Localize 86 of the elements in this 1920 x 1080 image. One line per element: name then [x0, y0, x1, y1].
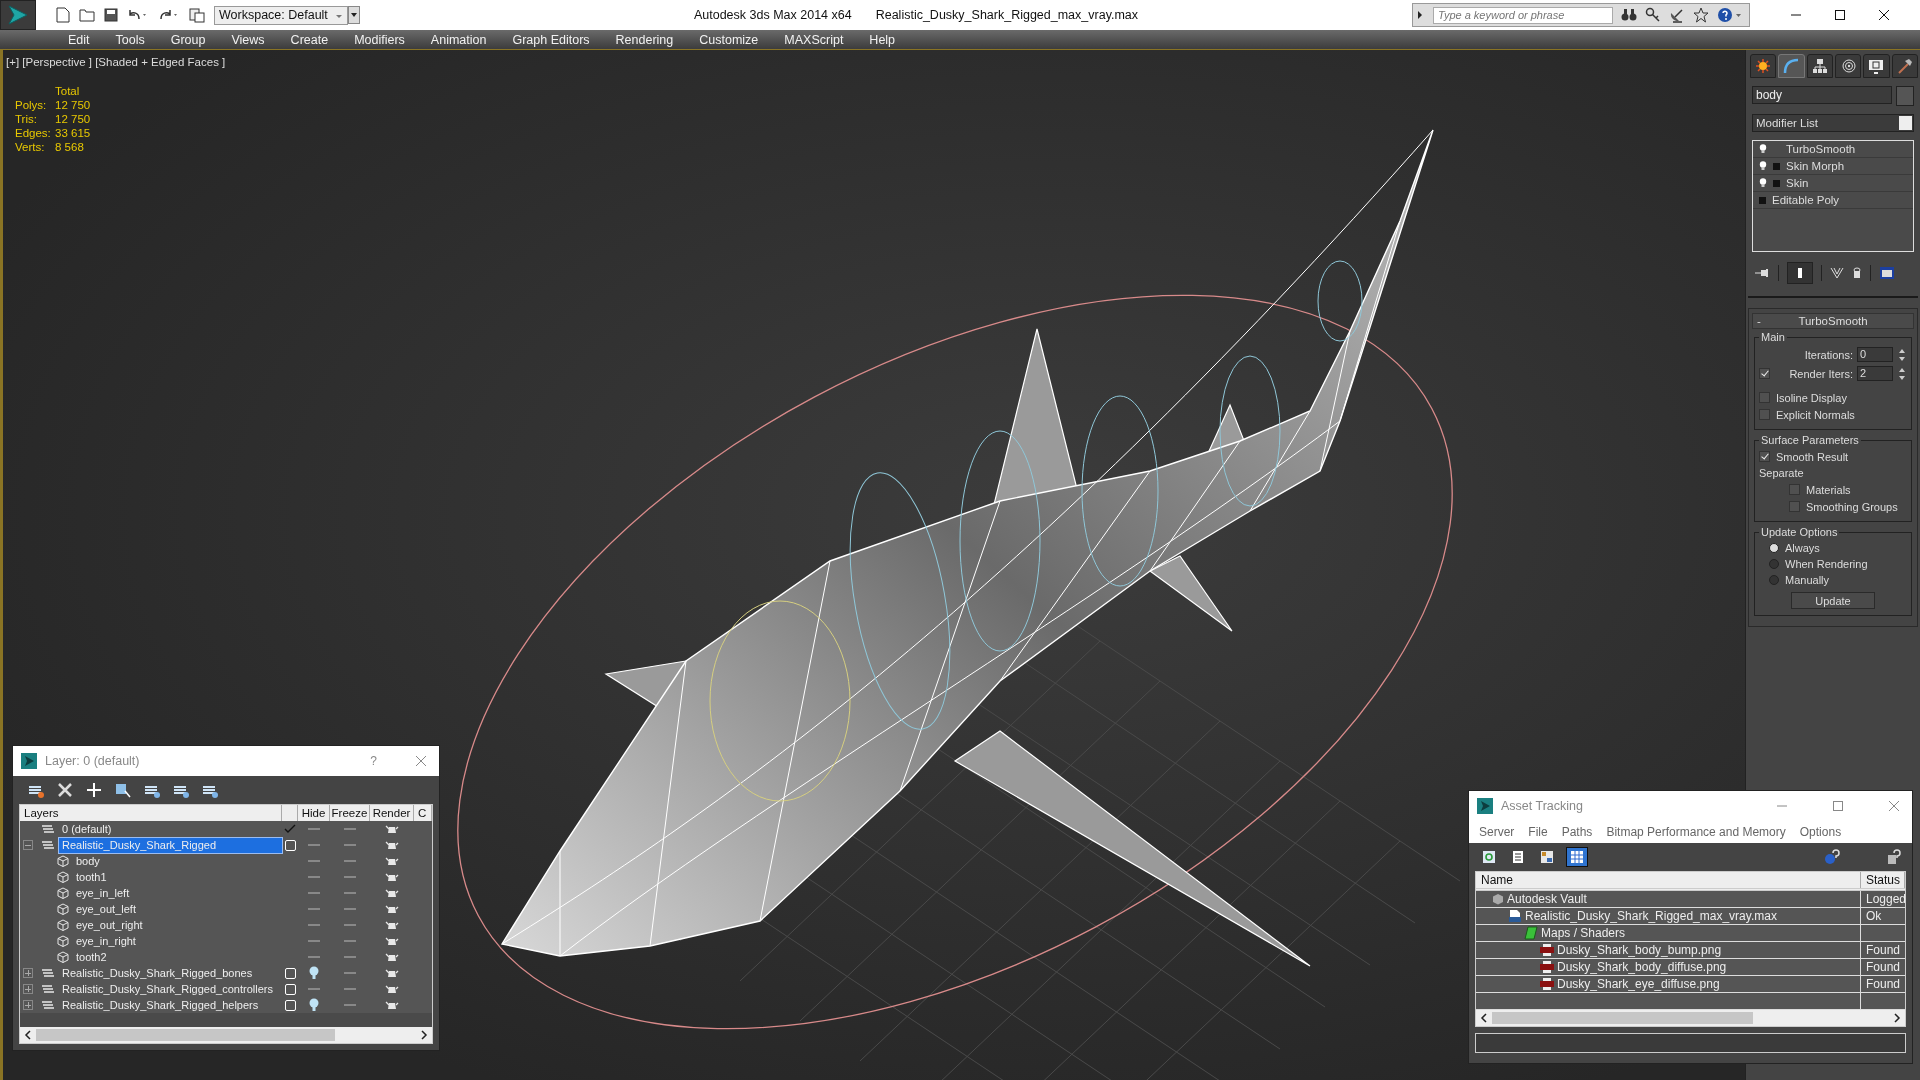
object-name-field[interactable]: body — [1752, 86, 1892, 104]
menu-item[interactable]: Server — [1479, 825, 1515, 839]
stat-value: 12 750 — [55, 113, 91, 125]
checkbox-label: Render Iters: — [1788, 367, 1853, 380]
menu-item[interactable]: Create — [277, 32, 342, 47]
asset-status: Ok — [1866, 909, 1882, 923]
radio-label: Manually — [1785, 574, 1830, 586]
layer-name[interactable]: eye_in_right — [73, 933, 139, 949]
modifier-stack-item[interactable]: Editable Poly — [1753, 192, 1913, 209]
layer-name[interactable]: eye_out_left — [73, 901, 139, 917]
viewport-label[interactable]: [+] [Perspective ] [Shaded + Edged Faces ] — [6, 56, 226, 68]
layer-name[interactable]: eye_out_right — [73, 917, 146, 933]
modifier-list-dropdown[interactable]: Modifier List — [1752, 114, 1914, 132]
checkbox-label: Smooth Result — [1776, 450, 1849, 463]
modifier-stack-item[interactable]: TurboSmooth — [1753, 141, 1913, 158]
asset-name[interactable]: Dusky_Shark_body_diffuse.png — [1557, 960, 1727, 974]
search-field[interactable]: Type a keyword or phrase — [1433, 6, 1613, 24]
modifier-stack-item[interactable]: Skin — [1753, 175, 1913, 192]
radio-label: When Rendering — [1785, 558, 1868, 570]
group-title: Update Options — [1760, 526, 1839, 538]
layer-name[interactable]: 0 (default) — [59, 821, 115, 837]
update-button[interactable]: Update — [1791, 592, 1875, 609]
spinner-field[interactable]: 2 — [1857, 366, 1893, 381]
stat-label: Polys: — [15, 99, 48, 111]
checkbox-label: Smoothing Groups — [1806, 500, 1898, 513]
column-header[interactable]: Status — [1861, 872, 1905, 888]
stat-label: Edges: — [15, 127, 52, 139]
column-header[interactable]: Name — [1476, 872, 1861, 888]
column-header[interactable]: C — [414, 805, 432, 821]
menu-item[interactable]: Graph Editors — [499, 32, 603, 47]
asset-name[interactable]: Autodesk Vault — [1507, 892, 1587, 906]
column-header[interactable]: Render — [370, 805, 414, 821]
menu-item[interactable]: Animation — [417, 32, 500, 47]
field-label: Iterations: — [1803, 348, 1853, 361]
layer-name[interactable]: Realistic_Dusky_Shark_Rigged_helpers — [59, 997, 262, 1013]
menu-item[interactable]: MAXScript — [771, 32, 857, 47]
layer-name[interactable]: Realistic_Dusky_Shark_Rigged — [59, 837, 282, 853]
group-title: Main — [1760, 331, 1786, 343]
workspace-dropdown[interactable]: Workspace: Default — [214, 5, 348, 25]
spinner-field[interactable]: 0 — [1857, 347, 1893, 362]
file-name: Realistic_Dusky_Shark_Rigged_max_vray.max — [875, 8, 1139, 22]
column-header[interactable]: Layers — [20, 805, 282, 821]
help-button[interactable]: ? — [370, 754, 377, 768]
checkbox-label: Isoline Display — [1776, 391, 1847, 404]
window-title: Asset Tracking — [1501, 799, 1584, 813]
stat-label: Verts: — [15, 141, 46, 153]
layer-name[interactable]: tooth1 — [73, 869, 110, 885]
rollout-header[interactable]: - TurboSmooth — [1752, 313, 1914, 329]
asset-status: Logged — [1866, 892, 1905, 906]
layer-name[interactable]: Realistic_Dusky_Shark_Rigged_controllers — [59, 981, 276, 997]
menu-item[interactable]: Rendering — [602, 32, 687, 47]
stat-value: 12 750 — [55, 99, 91, 111]
menu-item[interactable]: Help — [856, 32, 909, 47]
menu-item[interactable]: File — [1528, 825, 1548, 839]
modifier-stack-item[interactable]: Skin Morph — [1753, 158, 1913, 175]
menu-item[interactable]: Paths — [1561, 825, 1593, 839]
column-header[interactable]: Freeze — [330, 805, 370, 821]
asset-name[interactable]: Dusky_Shark_eye_diffuse.png — [1557, 977, 1720, 991]
layer-name[interactable]: Realistic_Dusky_Shark_Rigged_bones — [59, 965, 256, 981]
group-title: Surface Parameters — [1760, 434, 1860, 446]
menu-item[interactable]: Options — [1799, 825, 1842, 839]
section-label: Separate — [1759, 466, 1805, 481]
column-header[interactable]: Hide — [298, 805, 330, 821]
stat-value: 8 568 — [55, 141, 85, 153]
radio-label: Always — [1785, 542, 1820, 554]
asset-status: Found — [1866, 960, 1901, 974]
menu-item[interactable]: Tools — [102, 32, 158, 47]
layer-name[interactable]: eye_in_left — [73, 885, 133, 901]
checkbox-label: Explicit Normals — [1776, 408, 1855, 421]
stat-value: 33 615 — [55, 127, 91, 139]
asset-status: Found — [1866, 943, 1901, 957]
layer-name[interactable]: body — [73, 853, 103, 869]
app-title: Autodesk 3ds Max 2014 x64 — [693, 8, 852, 22]
asset-name[interactable]: Dusky_Shark_body_bump.png — [1557, 943, 1722, 957]
asset-name[interactable]: Maps / Shaders — [1541, 926, 1626, 940]
menu-item[interactable]: Views — [218, 32, 278, 47]
stats-header: Total — [55, 85, 81, 97]
checkbox-label: Materials — [1806, 483, 1851, 496]
layer-name[interactable]: tooth2 — [73, 949, 110, 965]
menu-item[interactable]: Edit — [55, 32, 103, 47]
menu-item[interactable]: Customize — [686, 32, 772, 47]
menu-item[interactable]: Modifiers — [341, 32, 418, 47]
window-title: Layer: 0 (default) — [45, 754, 141, 768]
menu-item[interactable]: Group — [157, 32, 219, 47]
stat-label: Tris: — [15, 113, 38, 125]
asset-status: Found — [1866, 977, 1901, 991]
